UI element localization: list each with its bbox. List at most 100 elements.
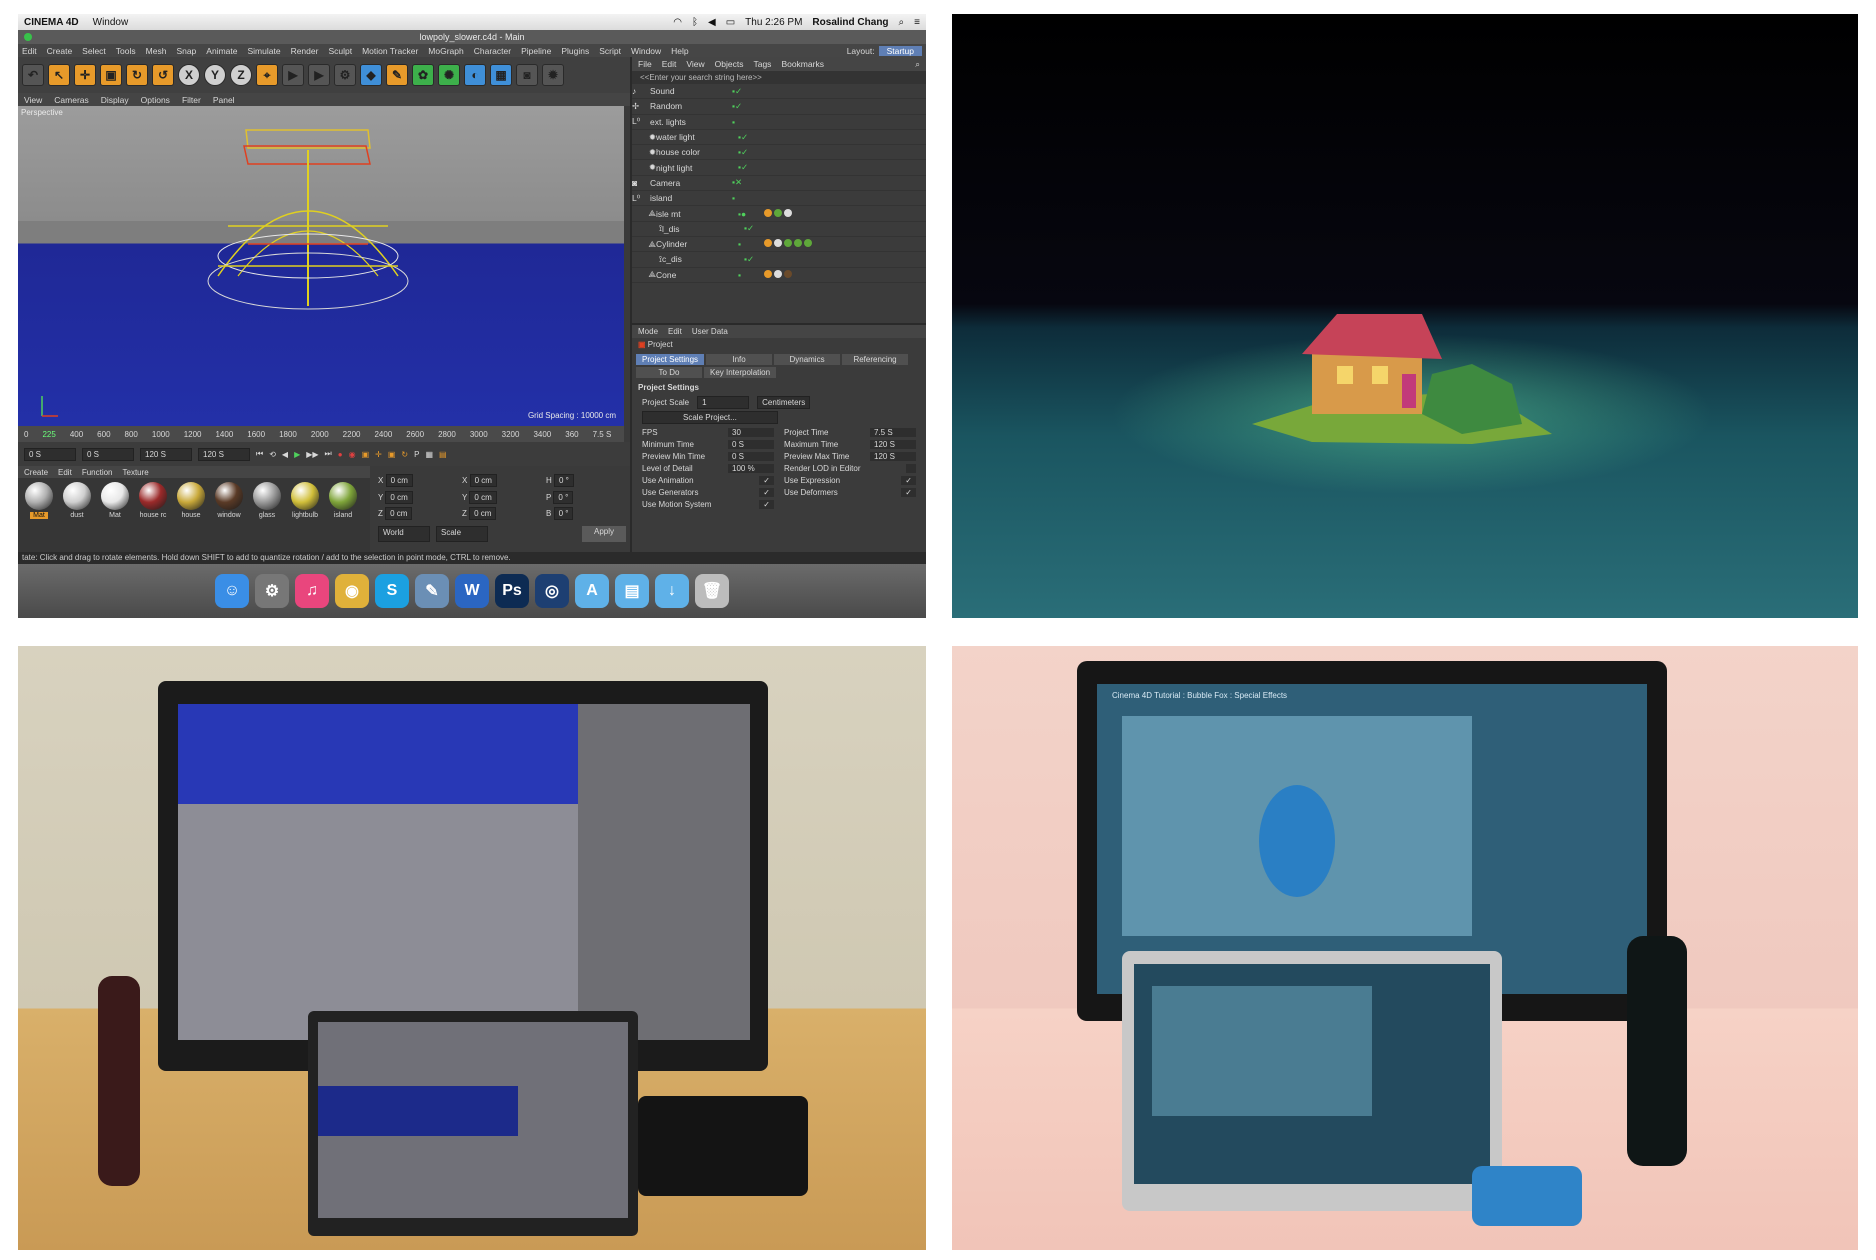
render-lod-checkbox[interactable] [906,464,916,473]
menu-snap[interactable]: Snap [176,46,196,56]
y-axis-lock-icon[interactable]: Y [204,64,226,86]
material-swatch[interactable]: dust [60,482,94,548]
play-backwards-icon[interactable]: ◀ [282,450,288,459]
use-motion-system-checkbox[interactable]: ✓ [759,500,774,509]
timeline-current-frame[interactable]: 225 [42,430,55,439]
visibility-check[interactable]: ▪ [732,193,758,203]
menu-help[interactable]: Help [671,46,688,56]
finder-icon[interactable]: ☺ [215,574,249,608]
tab-key-interpolation[interactable]: Key Interpolation [704,367,777,378]
rotation-h-field[interactable]: H 0 ° [546,474,624,489]
rotation-b-field[interactable]: B 0 ° [546,507,624,522]
material-swatch[interactable]: island [326,482,360,548]
object-row-camera[interactable]: ◙ Camera ▪✕ [632,176,926,192]
photoshop-icon[interactable]: Ps [495,574,529,608]
undo-icon[interactable]: ↶ [22,64,44,86]
window-close-button[interactable] [24,33,32,41]
size-z-field[interactable]: Z 0 cm [462,507,540,522]
object-menu-view[interactable]: View [686,59,704,69]
tab-to-do[interactable]: To Do [636,367,702,378]
object-menu-edit[interactable]: Edit [662,59,677,69]
scale-project-button[interactable]: Scale Project... [642,411,778,424]
menu-tools[interactable]: Tools [116,46,136,56]
project-time-input[interactable]: 7.5 S [870,428,916,437]
preview-min-time-input[interactable]: 0 S [728,452,774,461]
previous-key-icon[interactable]: ⟲ [269,450,276,459]
render-picture-viewer-icon[interactable]: ▶ [308,64,330,86]
position-z-field[interactable]: Z 0 cm [378,507,456,522]
visibility-check[interactable]: ▪ [738,239,764,249]
material-swatch[interactable]: window [212,482,246,548]
object-menu-bookmarks[interactable]: Bookmarks [781,59,824,69]
cinema4d-icon[interactable]: ◎ [535,574,569,608]
menu-script[interactable]: Script [599,46,621,56]
size-x-field[interactable]: X 0 cm [462,474,540,489]
menu-animate[interactable]: Animate [206,46,237,56]
render-view-icon[interactable]: ▶ [282,64,304,86]
x-axis-lock-icon[interactable]: X [178,64,200,86]
object-row-house-color[interactable]: ✹ house color ▪✓ [632,145,926,161]
floor-icon[interactable]: ▦ [490,64,512,86]
use-animation-checkbox[interactable]: ✓ [759,476,774,485]
move-tool-icon[interactable]: ✛ [74,64,96,86]
pen-spline-icon[interactable]: ✎ [386,64,408,86]
object-row-island[interactable]: L⁰ island ▪ [632,191,926,207]
timeline-ruler[interactable]: 0 225 400 600 800 1000 1200 1400 1600 18… [18,426,624,442]
camera-icon[interactable]: ◙ [516,64,538,86]
material-swatch[interactable]: glass [250,482,284,548]
use-generators-checkbox[interactable]: ✓ [759,488,774,497]
object-row-c-dis[interactable]: ⟟ c_dis ▪✓ [632,252,926,268]
rotation-key-icon[interactable]: ↻ [401,450,408,459]
menu-mograph[interactable]: MoGraph [428,46,463,56]
fps-input[interactable]: 30 [728,428,774,437]
material-tag-icon[interactable] [764,269,794,280]
live-selection-icon[interactable]: ↖ [48,64,70,86]
menu-mesh[interactable]: Mesh [146,46,167,56]
menu-pipeline[interactable]: Pipeline [521,46,551,56]
material-menu-function[interactable]: Function [82,468,113,477]
z-axis-lock-icon[interactable]: Z [230,64,252,86]
visibility-check[interactable]: ▪✓ [732,101,758,112]
viewport-menu-filter[interactable]: Filter [182,95,201,105]
material-menu-edit[interactable]: Edit [58,468,72,477]
menu-simulate[interactable]: Simulate [247,46,280,56]
object-row-l-dis[interactable]: ⟟ l_dis ▪✓ [632,222,926,237]
visibility-check[interactable]: ▪✓ [744,254,770,265]
timeline-window-icon[interactable]: ▤ [439,450,447,459]
object-menu-tags[interactable]: Tags [753,59,771,69]
perspective-viewport[interactable]: Perspective Grid Spacing : 10000 cm [18,106,624,426]
project-scale-unit-dropdown[interactable]: Centimeters [757,396,811,409]
menu-create[interactable]: Create [47,46,73,56]
position-x-field[interactable]: X 0 cm [378,474,456,489]
notification-center-icon[interactable]: ≡ [914,17,920,28]
object-menu-objects[interactable]: Objects [715,59,744,69]
play-forwards-icon[interactable]: ▶ [294,450,300,459]
visibility-check[interactable]: ▪✓ [732,86,758,97]
chrome-icon[interactable]: ◉ [335,574,369,608]
scale-dropdown[interactable]: Scale [436,525,488,542]
system-preferences-icon[interactable]: ⚙ [255,574,289,608]
applications-folder-icon[interactable]: A [575,574,609,608]
attr-menu-edit[interactable]: Edit [668,327,682,336]
tab-project-settings[interactable]: Project Settings [636,354,705,365]
menu-sculpt[interactable]: Sculpt [328,46,352,56]
object-row-cylinder[interactable]: ⟁ Cylinder ▪ [632,237,926,253]
preview-icon[interactable]: ✎ [415,574,449,608]
visibility-check[interactable]: ▪✓ [744,223,770,234]
viewport-menu-display[interactable]: Display [101,95,129,105]
array-generator-icon[interactable]: ✺ [438,64,460,86]
use-deformers-checkbox[interactable]: ✓ [901,488,916,497]
preview-end-field[interactable]: 120 S [198,447,250,461]
size-y-field[interactable]: Y 0 cm [462,490,540,506]
autokey-icon[interactable]: ◉ [349,450,356,459]
material-swatch[interactable]: lightbulb [288,482,322,548]
user-name[interactable]: Rosalind Chang [812,17,888,28]
keyframe-selection-icon[interactable]: ▣ [362,450,370,459]
menu-edit[interactable]: Edit [22,46,37,56]
visibility-check[interactable]: ▪✓ [738,162,764,173]
skype-icon[interactable]: S [375,574,409,608]
window-menu[interactable]: Window [93,17,129,28]
tab-dynamics[interactable]: Dynamics [774,354,841,365]
visibility-check[interactable]: ▪✓ [738,147,764,158]
downloads-folder-icon[interactable]: ↓ [655,574,689,608]
